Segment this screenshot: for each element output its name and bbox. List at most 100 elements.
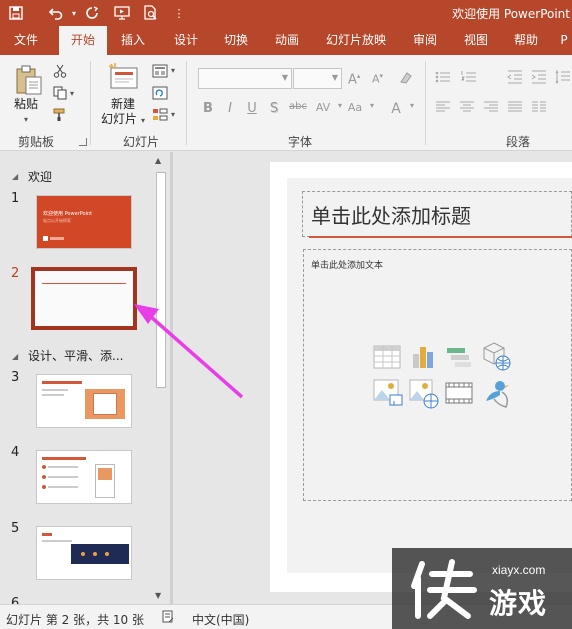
new-slide-dropdown-icon[interactable]: ▾ xyxy=(141,114,145,128)
powerpoint-window: ▾ ⋮ 欢迎使用 PowerPoint 文件 开始 插入 设计 切换 动画 幻灯… xyxy=(0,0,572,629)
numbering-icon[interactable] xyxy=(460,69,478,85)
group-divider xyxy=(90,61,91,145)
section-icon[interactable] xyxy=(151,107,169,123)
thumbnail-title-line xyxy=(42,283,126,284)
new-slide-label-2[interactable]: 幻灯片 xyxy=(101,112,137,126)
tab-help[interactable]: 帮助 xyxy=(506,26,546,55)
font-size-select[interactable]: ▼ xyxy=(293,68,342,89)
slide-number: 1 xyxy=(11,191,20,206)
shrink-font-label: A xyxy=(372,72,380,86)
tab-design[interactable]: 设计 xyxy=(166,26,206,55)
slide-thumbnail-2[interactable] xyxy=(31,267,137,330)
save-icon[interactable] xyxy=(6,3,26,23)
tab-insert[interactable]: 插入 xyxy=(113,26,153,55)
align-center-icon[interactable] xyxy=(458,99,476,115)
insert-chart-icon[interactable] xyxy=(408,343,438,371)
section-title-design[interactable]: 设计、平滑、添... xyxy=(28,347,123,364)
align-right-icon[interactable] xyxy=(482,99,500,115)
collapse-triangle-icon[interactable]: ◢ xyxy=(12,352,18,361)
new-slide-icon[interactable] xyxy=(106,61,142,93)
content-placeholder[interactable] xyxy=(303,249,572,501)
insert-video-icon[interactable] xyxy=(444,380,474,406)
title-placeholder-text[interactable]: 单击此处添加标题 xyxy=(311,200,471,229)
section-title-welcome[interactable]: 欢迎 xyxy=(28,168,52,185)
grow-font-label: A xyxy=(348,72,357,88)
slide-thumbnail-1[interactable]: 欢迎使用 PowerPoint 轻点以开始探索 xyxy=(36,195,132,249)
tab-animations[interactable]: 动画 xyxy=(267,26,307,55)
chevron-down-icon: ▼ xyxy=(331,73,338,82)
paste-icon[interactable] xyxy=(12,63,46,97)
tab-home[interactable]: 开始 xyxy=(59,26,107,55)
paste-dropdown-icon[interactable]: ▾ xyxy=(24,113,28,127)
slideshow-icon[interactable] xyxy=(112,3,132,23)
insert-table-icon[interactable] xyxy=(372,343,402,371)
scroll-up-icon[interactable]: ▲ xyxy=(155,156,161,165)
bullets-icon[interactable] xyxy=(434,69,452,85)
slide-number: 5 xyxy=(11,521,20,536)
slides-group-label: 幻灯片 xyxy=(123,135,160,149)
decrease-indent-icon[interactable] xyxy=(506,69,524,85)
content-placeholder-text[interactable]: 单击此处添加文本 xyxy=(311,258,383,271)
font-color-dropdown-icon[interactable]: ▾ xyxy=(402,101,422,110)
document-title: 欢迎使用 PowerPoint xyxy=(452,7,570,21)
shrink-font-button[interactable]: A▾ xyxy=(372,72,383,86)
scroll-down-icon[interactable]: ▼ xyxy=(155,591,161,600)
clear-formatting-icon[interactable] xyxy=(397,69,415,87)
font-family-select[interactable]: ▼ xyxy=(198,68,292,89)
copy-dropdown-icon[interactable]: ▾ xyxy=(70,87,74,101)
copy-icon[interactable] xyxy=(52,85,68,101)
slide-number: 3 xyxy=(11,370,20,385)
watermark-domain: xiayx.com xyxy=(492,563,546,577)
tab-slideshow[interactable]: 幻灯片放映 xyxy=(320,26,392,55)
chevron-down-icon: ▼ xyxy=(281,73,288,82)
align-left-icon[interactable] xyxy=(434,99,452,115)
slide-thumbnail-3[interactable] xyxy=(36,374,132,428)
layout-icon[interactable] xyxy=(151,63,169,79)
watermark-name: 游戏 xyxy=(489,587,548,620)
customize-icon[interactable]: ⋮ xyxy=(169,3,189,23)
scrollbar-thumb[interactable] xyxy=(156,172,166,388)
case-dropdown-icon[interactable]: ▾ xyxy=(362,101,382,110)
strikethrough-button[interactable]: abc xyxy=(286,101,310,112)
insert-online-picture-icon[interactable] xyxy=(408,378,440,410)
notes-icon[interactable] xyxy=(160,609,176,625)
grow-font-button[interactable]: A▴ xyxy=(348,72,360,87)
ribbon-tabs: 文件 开始 插入 设计 切换 动画 幻灯片放映 审阅 视图 帮助 P xyxy=(0,26,572,55)
tab-more[interactable]: P xyxy=(556,26,572,55)
reset-icon[interactable] xyxy=(151,85,169,101)
language-indicator[interactable]: 中文(中国) xyxy=(192,611,249,628)
insert-picture-icon[interactable] xyxy=(372,378,404,408)
shadow-button[interactable]: S xyxy=(264,101,284,116)
increase-indent-icon[interactable] xyxy=(530,69,548,85)
redo-icon[interactable] xyxy=(82,3,102,23)
slide-counter: 幻灯片 第 2 张，共 10 张 xyxy=(6,613,144,627)
bold-button[interactable]: B xyxy=(198,101,218,116)
insert-icons-icon[interactable] xyxy=(479,376,513,410)
format-painter-icon[interactable] xyxy=(52,107,68,123)
tab-review[interactable]: 审阅 xyxy=(405,26,445,55)
columns-icon[interactable] xyxy=(530,99,548,115)
tab-view[interactable]: 视图 xyxy=(456,26,496,55)
watermark: xiayx.com 游戏 xyxy=(392,548,572,629)
tab-transitions[interactable]: 切换 xyxy=(216,26,256,55)
slide-thumbnail-4[interactable] xyxy=(36,450,132,504)
insert-3d-model-icon[interactable] xyxy=(481,340,513,374)
print-preview-icon[interactable] xyxy=(141,3,161,23)
slide-thumbnail-5[interactable] xyxy=(36,526,132,580)
insert-smartart-icon[interactable] xyxy=(444,343,474,371)
group-divider xyxy=(425,61,426,145)
cut-icon[interactable] xyxy=(52,63,68,79)
undo-icon[interactable] xyxy=(46,3,66,23)
italic-button[interactable]: I xyxy=(220,101,240,116)
clipboard-launcher-icon[interactable] xyxy=(79,138,87,146)
underline-button[interactable]: U xyxy=(242,101,262,116)
undo-dropdown-icon[interactable]: ▾ xyxy=(64,3,84,23)
section-dropdown-icon[interactable]: ▾ xyxy=(171,108,175,122)
collapse-triangle-icon[interactable]: ◢ xyxy=(12,172,18,181)
layout-dropdown-icon[interactable]: ▾ xyxy=(171,64,175,78)
justify-icon[interactable] xyxy=(506,99,524,115)
line-spacing-icon[interactable] xyxy=(554,69,572,85)
tab-file[interactable]: 文件 xyxy=(3,26,49,55)
new-slide-label[interactable]: 新建 xyxy=(111,97,135,111)
paste-label[interactable]: 粘贴 xyxy=(14,97,38,111)
